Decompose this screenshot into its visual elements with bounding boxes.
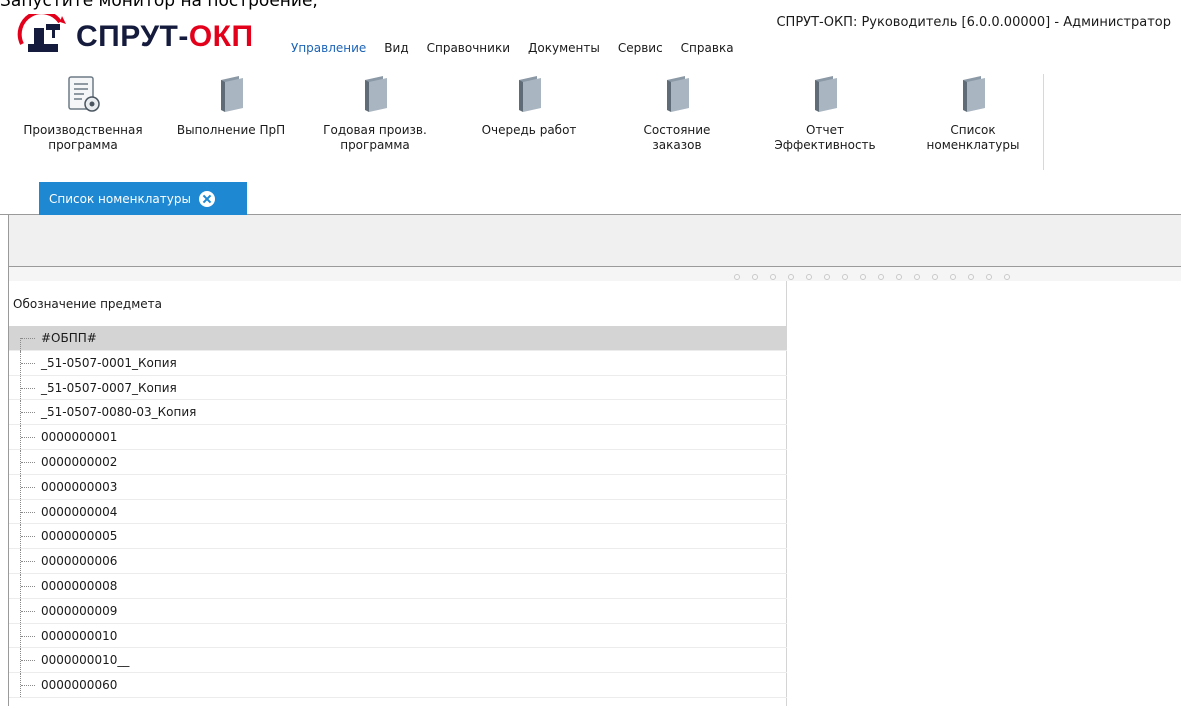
menu-item-service[interactable]: Сервис — [609, 39, 672, 57]
production-program-button[interactable]: Производственная программа — [8, 70, 158, 153]
nomenclature-list-button[interactable]: Список номенклатуры — [910, 70, 1036, 153]
logo-emblem-icon — [17, 14, 66, 52]
tree-connector-branch — [21, 536, 35, 538]
tree-item-label: 0000000005 — [41, 529, 118, 544]
book-icon — [815, 76, 837, 112]
book-icon — [365, 76, 387, 112]
ribbon-label: Производственная программа — [23, 123, 143, 152]
tree-item-label: 0000000001 — [41, 430, 118, 445]
menu-item-references[interactable]: Справочники — [418, 39, 519, 57]
tree-row[interactable]: 0000000009 — [9, 598, 787, 624]
tree-row[interactable]: _51-0507-0080-03_Копия — [9, 400, 787, 426]
tree-item-label: 0000000010 — [41, 628, 118, 643]
tree-row[interactable]: 0000000002 — [9, 449, 787, 475]
work-queue-button[interactable]: Очередь работ — [466, 70, 592, 138]
tree-connector-branch — [21, 685, 35, 687]
tree-row[interactable]: 0000000008 — [9, 573, 787, 599]
tree-item-label: #ОБПП# — [41, 331, 97, 345]
tab-nomenclature-list[interactable]: Список номенклатуры — [39, 182, 247, 215]
menu-item-documents[interactable]: Документы — [519, 39, 609, 57]
tree-row[interactable]: 0000000001 — [9, 425, 787, 450]
ribbon-label: Состояние заказов — [643, 123, 711, 152]
book-icon — [963, 76, 985, 112]
document-gear-icon — [68, 76, 100, 112]
tree-connector-branch — [21, 635, 35, 637]
menu-item-management[interactable]: Управление — [282, 39, 375, 57]
ribbon-label: Очередь работ — [481, 123, 577, 137]
efficiency-report-button[interactable]: Отчет Эффективность — [762, 70, 888, 153]
tree-row[interactable]: #ОБПП# — [9, 326, 787, 351]
ribbon-toolbar: Производственная программа Выполнение Пр… — [0, 70, 1050, 178]
tree-item-label: 0000000010__ — [41, 653, 130, 668]
tree-row[interactable]: 0000000003 — [9, 474, 787, 500]
window-title: СПРУТ-ОКП: Руководитель [6.0.0.00000] - … — [776, 15, 1171, 30]
tree-row[interactable]: 0000000004 — [9, 499, 787, 525]
splitter-grip — [734, 274, 1010, 280]
logo-text-part1: СПРУТ- — [76, 20, 189, 53]
app-logo: СПРУТ-ОКП — [14, 14, 264, 58]
tree-row[interactable]: 0000000010__ — [9, 648, 787, 674]
menu-item-help[interactable]: Справка — [672, 39, 743, 57]
nomenclature-tree-pane: Обозначение предмета #ОБПП# _51-0507-0001… — [9, 281, 787, 706]
ribbon-label: Выполнение ПрП — [176, 123, 286, 137]
tree-connector-branch — [21, 461, 35, 463]
tree-item-label: 0000000004 — [41, 504, 118, 519]
tree-item-label: 0000000009 — [41, 603, 118, 618]
tree-connector-branch — [21, 338, 35, 339]
tree-connector-line — [20, 338, 21, 351]
document-toolbar — [9, 215, 1181, 267]
main-menu: Управление Вид Справочники Документы Сер… — [282, 37, 743, 59]
tree-row[interactable]: _51-0507-0001_Копия — [9, 350, 787, 376]
ribbon-separator — [1043, 74, 1044, 170]
book-icon — [221, 76, 243, 112]
orders-status-button[interactable]: Состояние заказов — [614, 70, 740, 153]
tree-row[interactable]: 0000000005 — [9, 524, 787, 550]
tree-connector-branch — [21, 387, 35, 389]
tree-item-label: 0000000003 — [41, 479, 118, 494]
horizontal-splitter[interactable] — [9, 267, 1181, 281]
tree-connector-branch — [21, 660, 35, 662]
tree-connector-branch — [21, 362, 35, 364]
tree-connector-branch — [21, 561, 35, 563]
tree-row[interactable]: 0000000010 — [9, 623, 787, 649]
tree-item-label: 0000000060 — [41, 678, 118, 693]
column-header-item-designation[interactable]: Обозначение предмета — [13, 297, 162, 311]
book-icon — [519, 76, 541, 112]
tree-row[interactable]: 0000000060 — [9, 673, 787, 698]
tree-item-label: _51-0507-0001_Копия — [41, 355, 177, 370]
book-icon — [667, 76, 689, 112]
tree-connector-branch — [21, 437, 35, 439]
tree-item-label: _51-0507-0007_Копия — [41, 380, 177, 395]
tree-connector-branch — [21, 412, 35, 414]
nomenclature-tree: #ОБПП# _51-0507-0001_Копия _51-0507-0007_К… — [9, 326, 787, 698]
prp-execution-button[interactable]: Выполнение ПрП — [168, 70, 294, 138]
tree-connector-branch — [21, 511, 35, 513]
tab-label: Список номенклатуры — [49, 191, 191, 206]
menu-item-view[interactable]: Вид — [375, 39, 417, 57]
tree-item-label: 0000000008 — [41, 578, 118, 593]
tree-row[interactable]: 0000000006 — [9, 549, 787, 574]
tree-connector-branch — [21, 486, 35, 488]
logo-text-part2: ОКП — [188, 20, 254, 53]
ribbon-label: Отчет Эффективность — [774, 123, 876, 152]
tree-item-label: 0000000002 — [41, 454, 118, 469]
caption-text: Запустите монитор на построение, — [0, 0, 318, 11]
document-tabstrip: Список номенклатуры — [0, 182, 1181, 215]
ribbon-label: Список номенклатуры — [926, 123, 1020, 152]
tree-connector-branch — [21, 610, 35, 612]
annual-program-button[interactable]: Годовая произв. программа — [312, 70, 438, 153]
close-icon[interactable] — [198, 190, 215, 207]
tree-row[interactable]: _51-0507-0007_Копия — [9, 375, 787, 401]
document-frame: Обозначение предмета #ОБПП# _51-0507-0001… — [8, 215, 1181, 706]
ribbon-label: Годовая произв. программа — [323, 123, 427, 152]
tree-item-label: _51-0507-0080-03_Копия — [41, 405, 197, 420]
tree-connector-branch — [21, 585, 35, 587]
tree-item-label: 0000000006 — [41, 554, 118, 569]
